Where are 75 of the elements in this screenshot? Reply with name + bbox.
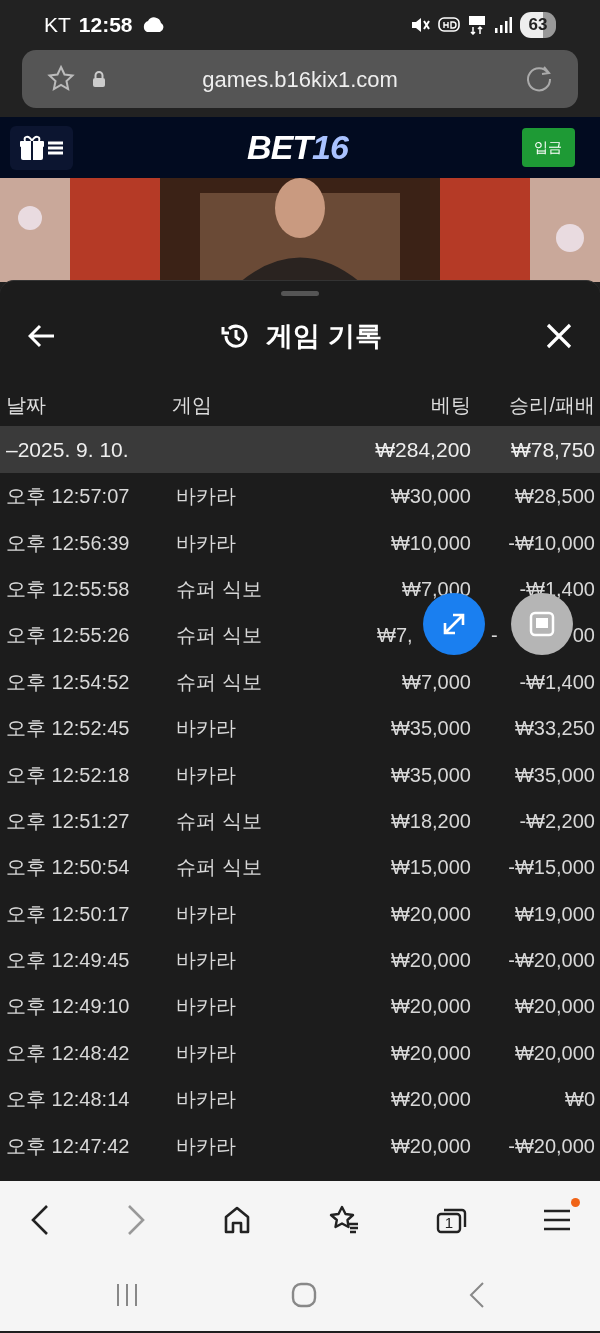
table-cell-text: -₩20,000: [507, 948, 595, 974]
table-cell-text: ₩20,000: [389, 948, 471, 974]
table-cell-text: 오후 12:48:14: [6, 1087, 131, 1113]
table-cell-text: ₩33,250: [513, 716, 595, 742]
table-cell-text: 바카라: [175, 530, 237, 556]
panel-title: 게임 기록: [266, 319, 382, 353]
table-cell-text: ₩30,000: [389, 484, 471, 510]
table-cell-text: ₩0: [564, 1087, 595, 1113]
table-cell-text: ₩35,000: [389, 716, 471, 742]
table-cell-text: 바카라: [175, 994, 237, 1020]
table-cell-text: 바카라: [175, 1133, 237, 1159]
table-cell-text: 오후 12:51:27: [6, 808, 131, 834]
table-cell-text: ₩18,200: [389, 808, 471, 834]
table-cell-text: 오후 12:50:54: [6, 855, 131, 881]
table-cell-text: 바카라: [175, 716, 237, 742]
table-cell-text: 오후 12:50:17: [6, 901, 131, 927]
table-cell-text: ₩35,000: [389, 762, 471, 788]
carrier-label: KT: [44, 12, 71, 39]
table-cell-text: 오후 12:49:45: [6, 948, 131, 974]
table-cell-text: 오후 12:52:45: [6, 716, 131, 742]
column-header: 승리/패배: [508, 393, 595, 418]
table-cell-text: ₩20,000: [389, 994, 471, 1020]
battery-indicator: 63: [520, 12, 556, 38]
table-cell-text: 오후 12:49:10: [6, 994, 131, 1020]
table-cell-text: -₩10,000: [507, 530, 595, 556]
table-cell-text: 오후 12:54:52: [6, 669, 131, 695]
table-cell-text: -₩2,200: [518, 808, 595, 834]
table-cell-text: -₩1,400: [518, 576, 595, 602]
table-cell-text: 슈퍼 식보: [175, 808, 263, 834]
table-cell-text: ₩7,000: [401, 576, 471, 602]
table-cell-text: 바카라: [175, 484, 237, 510]
table-cell-text: ₩284,200: [374, 436, 471, 463]
table-cell-text: ₩20,000: [389, 1087, 471, 1113]
table-cell-text: 오후 12:52:18: [6, 762, 131, 788]
table-cell-text: 오후 12:48:42: [6, 1040, 131, 1066]
table-cell-text: 바카라: [175, 901, 237, 927]
summary-row[interactable]: –2025. 9. 10. ₩284,200 ₩78,750: [0, 426, 600, 473]
table-cell-text: ₩20,000: [389, 901, 471, 927]
table-cell-text: ₩10,000: [389, 530, 471, 556]
table-cell-text: ₩7,000: [401, 669, 471, 695]
table-cell-text: -₩1,400: [518, 669, 595, 695]
table-cell-text: ₩20,000: [513, 994, 595, 1020]
table-cell-text: 오후 12:47:42: [6, 1133, 131, 1159]
table-cell-text: 슈퍼 식보: [175, 855, 263, 881]
column-header: 게임: [172, 393, 213, 418]
table-cell-text: -₩20,000: [507, 1133, 595, 1159]
column-header: 베팅: [430, 393, 471, 418]
table-cell-text: 바카라: [175, 948, 237, 974]
table-cell-text: ₩35,000: [513, 762, 595, 788]
table-cell-text: 오후 12:55:26: [6, 623, 131, 649]
table-cell-text: -₩15,000: [507, 855, 595, 881]
table-cell-text: ₩20,000: [389, 1133, 471, 1159]
table-cell-text: 바카라: [175, 1040, 237, 1066]
table-cell-text: 바카라: [175, 1087, 237, 1113]
table-cell-text: -: [491, 623, 498, 649]
table-cell-text: –2025. 9. 10.: [6, 436, 130, 463]
table-cell-text: 바카라: [175, 762, 237, 788]
table-cell-text: ₩78,750: [509, 436, 595, 463]
deposit-button[interactable]: 입금: [522, 128, 575, 167]
table-cell-text: 오후 12:57:07: [6, 484, 131, 510]
table-cell-text: 오후 12:56:39: [6, 530, 131, 556]
column-header: 날짜: [6, 393, 47, 418]
table-cell-text: ₩28,500: [513, 484, 595, 510]
table-cell-text: ₩15,000: [389, 855, 471, 881]
status-time: 12:58: [78, 12, 133, 39]
table-cell-text: ₩19,000: [513, 901, 595, 927]
table-cell-text: 오후 12:55:58: [6, 576, 131, 602]
table-cell: ₩7,: [377, 624, 413, 647]
table-cell-text: 슈퍼 식보: [175, 623, 263, 649]
table-cell-text: ₩20,000: [389, 1040, 471, 1066]
table-cell-text: ₩20,000: [513, 1040, 595, 1066]
table-cell-text: 슈퍼 식보: [175, 576, 263, 602]
table-cell-text: 00: [572, 623, 595, 649]
table-cell-text: 슈퍼 식보: [175, 669, 263, 695]
site-logo: BET16: [247, 127, 348, 168]
